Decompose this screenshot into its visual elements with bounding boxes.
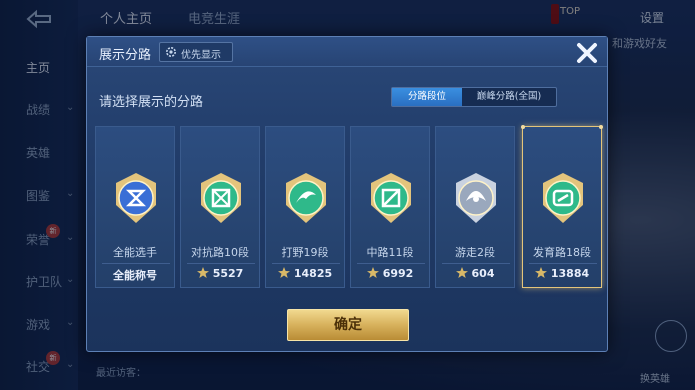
dialog-header: 展示分路 优先显示 <box>87 37 607 67</box>
lane-score: 13884 <box>523 267 601 285</box>
lane-card-mid[interactable]: 中路11段 6992 <box>350 126 430 288</box>
lane-card-roam[interactable]: 游走2段 604 <box>435 126 515 288</box>
lane-score: 6992 <box>351 267 429 285</box>
lane-score-value: 13884 <box>550 267 590 280</box>
lane-name: 打野19段 <box>281 246 329 259</box>
lane-prompt: 请选择展示的分路 <box>99 95 204 110</box>
card-divider <box>272 263 340 264</box>
clash-lane-emblem-icon <box>197 171 245 225</box>
rank-star-icon <box>366 267 379 278</box>
mid-lane-emblem-icon <box>367 171 415 225</box>
card-divider <box>102 263 170 264</box>
toggle-lane-rank[interactable]: 分路段位 <box>392 88 462 106</box>
lane-name: 全能选手 <box>113 246 157 259</box>
lane-name: 游走2段 <box>455 246 495 259</box>
card-divider <box>442 263 510 264</box>
dialog-title: 展示分路 <box>99 48 152 63</box>
rank-star-icon <box>455 267 468 278</box>
rank-star-icon <box>277 267 290 278</box>
lane-score: 全能称号 <box>96 267 174 285</box>
lane-card-allround[interactable]: 全能选手 全能称号 <box>95 126 175 288</box>
lane-card-farm[interactable]: 发育路18段 13884 <box>521 125 603 288</box>
lane-score: 14825 <box>266 267 344 285</box>
selected-corner <box>521 125 525 129</box>
lane-card-clash[interactable]: 对抗路10段 5527 <box>180 126 260 288</box>
lane-score-value: 全能称号 <box>113 269 157 282</box>
card-divider <box>529 263 597 264</box>
close-icon[interactable] <box>572 38 602 68</box>
lane-name: 中路11段 <box>366 246 414 259</box>
lane-score: 5527 <box>181 267 259 285</box>
gear-icon <box>166 47 176 57</box>
rank-star-icon <box>534 267 547 278</box>
lane-score-value: 6992 <box>382 267 414 280</box>
confirm-button[interactable]: 确定 <box>287 309 409 341</box>
rank-star-icon <box>196 267 209 278</box>
lane-card-jungle[interactable]: 打野19段 14825 <box>265 126 345 288</box>
card-divider <box>357 263 425 264</box>
roam-lane-emblem-icon <box>452 171 500 225</box>
selected-corner <box>599 125 603 129</box>
lane-score-value: 5527 <box>212 267 244 280</box>
lane-score-value: 14825 <box>293 267 333 280</box>
priority-display-label: 优先显示 <box>181 50 221 61</box>
priority-display-button[interactable]: 优先显示 <box>159 42 233 62</box>
lane-name: 发育路18段 <box>533 246 591 259</box>
lane-name: 对抗路10段 <box>191 246 249 259</box>
toggle-peak-lane[interactable]: 巅峰分路(全国) <box>462 88 556 106</box>
lane-display-dialog: 展示分路 优先显示 请选择展示的分路 分路段位 巅峰分路(全国) 全能选手全能称… <box>86 36 608 352</box>
lane-score: 604 <box>436 267 514 285</box>
lane-score-value: 604 <box>471 267 495 280</box>
jungle-lane-emblem-icon <box>282 171 330 225</box>
card-divider <box>187 263 255 264</box>
allround-lane-emblem-icon <box>112 171 160 225</box>
lane-type-toggle: 分路段位 巅峰分路(全国) <box>391 87 557 107</box>
farm-lane-emblem-icon <box>539 171 587 225</box>
